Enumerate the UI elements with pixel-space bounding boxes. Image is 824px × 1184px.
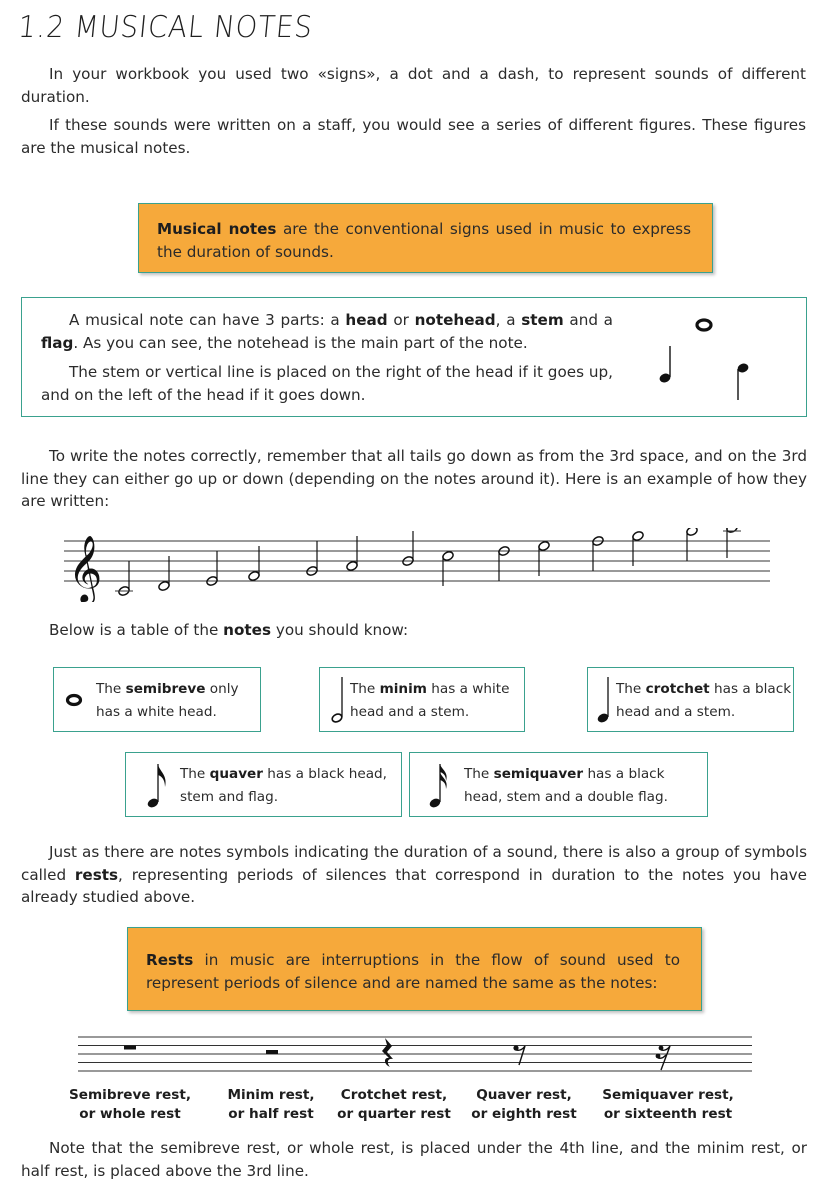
semiquaver-icon [429,764,447,808]
parts-text-c: , a [495,311,522,329]
note-card-semibreve: The semibreve only has a white head. [53,667,261,732]
parts-text-a: A musical note can have 3 parts: a [69,311,346,329]
rest-label-minim: Minim rest, or half rest [227,1087,315,1122]
intro-paragraph-2: If these sounds were written on a staff,… [21,116,806,157]
definition-box-rests: Rests in music are interruptions in the … [127,927,702,1011]
crotchet-name: crotchet [645,681,710,697]
term-notehead: notehead [414,311,496,329]
semibreve-example-icon [695,318,713,332]
note-card-quaver: The quaver has a black head, stem and fl… [125,752,402,817]
rest-label-quaver: Quaver rest, or eighth rest [471,1087,577,1122]
rest-label-crotchet: Crotchet rest, or quarter rest [337,1087,451,1122]
staff-lines [64,540,770,582]
minim-name: minim [379,681,427,697]
rest-label-semiquaver: Semiquaver rest, or sixteenth rest [602,1087,734,1122]
definition-notes-term: Musical notes [157,220,277,238]
crotchet-text: The crotchet has a black head and a stem… [616,681,792,720]
term-head: head [345,311,388,329]
semibreve-text: The semibreve only has a white head. [96,681,239,720]
semibreve-icon [65,693,83,707]
parts-text-b: or [387,311,415,329]
note-parts-illustration [659,318,749,400]
definition-rests-body: in music are interruptions in the flow o… [146,951,680,992]
table-intro-notes: notes [223,621,271,639]
table-intro-c: you should know: [271,621,409,639]
notes-staff: 𝄞 [64,528,770,602]
quaver-icon [147,764,166,808]
quaver-name: quaver [209,766,263,782]
rests-intro-c: , representing periods of silences that … [21,865,807,907]
treble-clef-icon: 𝄞 [68,534,102,602]
rests-staff [78,1036,752,1072]
note-parts-paragraph-2: The stem or vertical line is placed on t… [41,363,613,404]
rest-label-semibreve: Semibreve rest, or whole rest [69,1087,191,1122]
quaver-text: The quaver has a black head, stem and fl… [180,766,387,805]
intro-paragraph-1: In your workbook you used two «signs», a… [21,65,806,106]
writing-paragraph: To write the notes correctly, remember t… [21,447,807,510]
rests-intro: Just as there are notes symbols indicati… [21,841,807,909]
intro-section: In your workbook you used two «signs», a… [21,63,806,159]
rests-staff-lines [78,1036,752,1072]
crotchet-icon [597,677,609,723]
semiquaver-name: semiquaver [493,766,584,782]
table-intro-a: Below is a table of the [49,621,224,639]
parts-text-d: and a [563,311,613,329]
table-intro: Below is a table of the notes you should… [21,619,721,642]
term-stem: stem [521,311,564,329]
term-flag: flag [41,333,74,352]
semibreve-rest-icon [124,1045,136,1050]
minim-rest-icon [266,1050,278,1054]
minim-text: The minim has a white head and a stem. [350,681,510,720]
note-parts-paragraph-1: A musical note can have 3 parts: a head … [41,309,613,354]
note-card-crotchet: The crotchet has a black head and a stem… [587,667,794,732]
definition-rests-term: Rests [146,951,194,969]
note-card-minim: The minim has a white head and a stem. [319,667,525,732]
parts-text-e: . As you can see, the notehead is the ma… [73,333,528,352]
page-title: 1.2 MUSICAL NOTES [16,10,315,45]
definition-notes-text: Musical notes are the conventional signs… [157,218,691,264]
semiquaver-text: The semiquaver has a black head, stem an… [464,766,668,805]
staff-notes-group [115,528,741,596]
semiquaver-rest-icon [655,1045,671,1071]
minim-icon [331,677,343,723]
note-parts-text: A musical note can have 3 parts: a head … [41,309,613,406]
semibreve-name: semibreve [125,681,206,697]
note-parts-box: A musical note can have 3 parts: a head … [21,297,807,417]
rests-intro-term: rests [74,865,119,884]
closing-paragraph: Note that the semibreve rest, or whole r… [21,1139,807,1180]
definition-box-notes: Musical notes are the conventional signs… [138,203,713,273]
definition-rests-text: Rests in music are interruptions in the … [146,949,680,995]
note-card-semiquaver: The semiquaver has a black head, stem an… [409,752,708,817]
